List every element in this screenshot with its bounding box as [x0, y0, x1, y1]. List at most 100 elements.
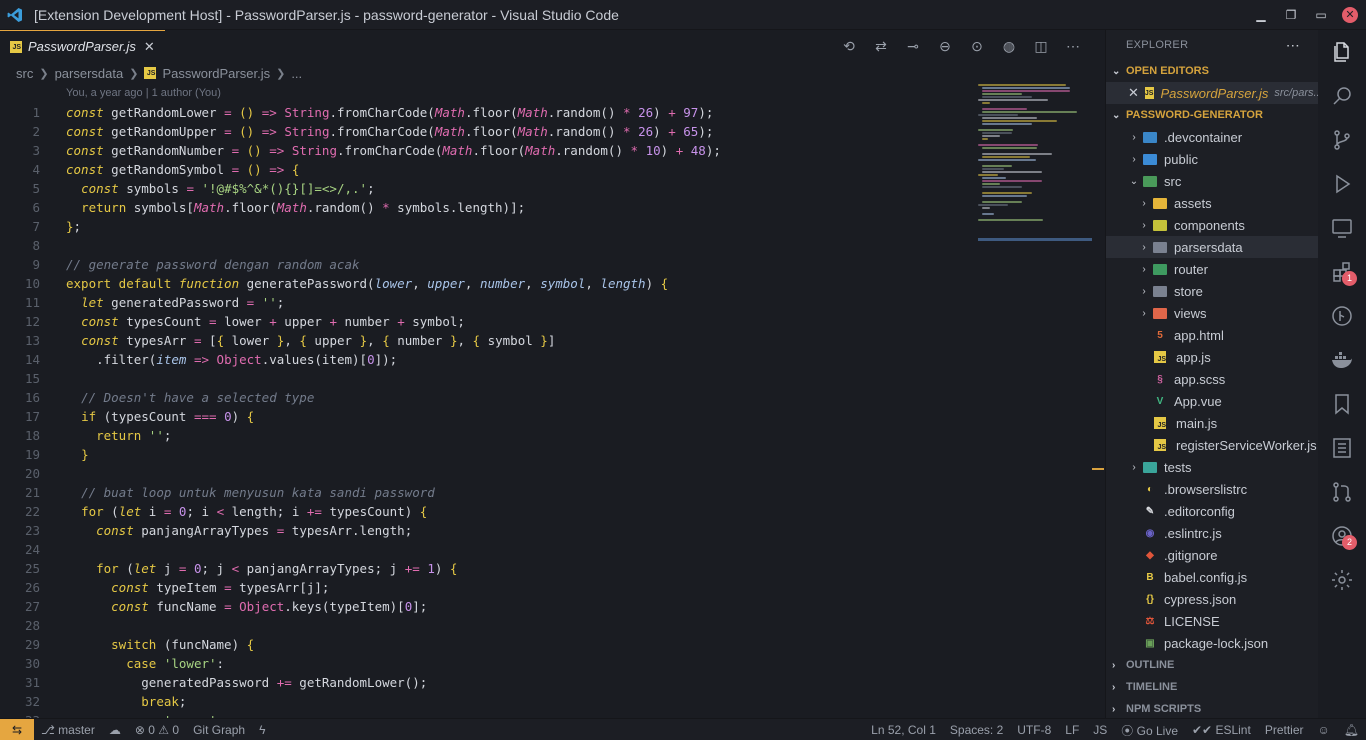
- tree-item[interactable]: V App.vue: [1106, 390, 1318, 412]
- minimap-line: [982, 153, 1052, 155]
- tree-item[interactable]: § app.scss: [1106, 368, 1318, 390]
- git-graph-icon[interactable]: [1318, 294, 1366, 338]
- pull-requests-icon[interactable]: [1318, 470, 1366, 514]
- files-icon[interactable]: [1318, 30, 1366, 74]
- tree-item-label: package-lock.json: [1164, 635, 1269, 651]
- code-line: 10 export default function generatePasswo…: [24, 276, 669, 291]
- tree-item[interactable]: ◆ .gitignore: [1106, 544, 1318, 566]
- tree-item[interactable]: ◐ .browserslistrc: [1106, 478, 1318, 500]
- docker-icon[interactable]: [1318, 338, 1366, 382]
- eslint-status[interactable]: ✔✔ ESLint: [1185, 723, 1258, 737]
- minimap-line: [978, 159, 1036, 161]
- more-actions-icon[interactable]: ⋯: [1286, 37, 1300, 54]
- minimize-icon[interactable]: ▁: [1246, 8, 1276, 22]
- lightning-icon[interactable]: ϟ: [252, 723, 272, 737]
- git-graph-status[interactable]: Git Graph: [186, 723, 252, 737]
- code-line: 14 .filter(item => Object.values(item)[0…: [24, 352, 398, 367]
- prettier-status[interactable]: Prettier: [1258, 723, 1311, 737]
- tree-item[interactable]: › router: [1106, 258, 1318, 280]
- section-project[interactable]: ⌄ PASSWORD-GENERATOR: [1106, 104, 1318, 126]
- indentation[interactable]: Spaces: 2: [943, 723, 1010, 737]
- problems-indicator[interactable]: ⊗ 0 ⚠ 0: [128, 723, 186, 737]
- run-debug-icon[interactable]: [1318, 162, 1366, 206]
- breadcrumb-src[interactable]: src: [16, 66, 33, 81]
- tree-item[interactable]: › store: [1106, 280, 1318, 302]
- tree-item[interactable]: ⚖ LICENSE: [1106, 610, 1318, 632]
- extensions-icon[interactable]: 1: [1318, 250, 1366, 294]
- tree-item[interactable]: Bbabel.config.js: [1106, 566, 1318, 588]
- settings-icon[interactable]: [1318, 558, 1366, 602]
- breadcrumb-file[interactable]: PasswordParser.js: [162, 66, 270, 81]
- section-timeline[interactable]: › TIMELINE: [1106, 676, 1318, 698]
- go-live-button[interactable]: ⦿ Go Live: [1114, 722, 1185, 739]
- tree-item[interactable]: › tests: [1106, 456, 1318, 478]
- code-lines: 1 const getRandomLower = () => String.fro…: [0, 103, 721, 718]
- notebook-icon[interactable]: [1318, 426, 1366, 470]
- section-open-editors[interactable]: ⌄ OPEN EDITORS: [1106, 60, 1318, 82]
- section-npm-scripts[interactable]: › NPM SCRIPTS: [1106, 698, 1318, 720]
- open-editor-item[interactable]: ✕ JS PasswordParser.js src/pars...: [1106, 82, 1323, 104]
- tab-passwordparser[interactable]: JS PasswordParser.js ✕: [0, 30, 165, 62]
- minimap-line: [982, 168, 1004, 170]
- minimap-slider[interactable]: [978, 238, 1092, 241]
- tree-item[interactable]: › components: [1106, 214, 1318, 236]
- sync-icon[interactable]: ☁: [102, 723, 128, 737]
- tree-item[interactable]: {} cypress.json: [1106, 588, 1318, 610]
- compare-icon[interactable]: ⇄: [865, 38, 897, 55]
- chevron-right-icon: ❯: [39, 67, 49, 80]
- codelens-blame[interactable]: You, a year ago | 1 author (You): [66, 87, 221, 99]
- tree-item[interactable]: › parsersdata: [1106, 236, 1318, 258]
- source-control-icon[interactable]: [1318, 118, 1366, 162]
- tree-item[interactable]: ⌄ src: [1106, 170, 1318, 192]
- close-window-button[interactable]: ✕: [1342, 7, 1358, 23]
- minimap-line: [982, 147, 1037, 149]
- close-tab-icon[interactable]: ✕: [144, 39, 155, 55]
- maximize-icon[interactable]: ▭: [1306, 8, 1336, 22]
- tree-item[interactable]: › public: [1106, 148, 1318, 170]
- tree-item[interactable]: JS registerServiceWorker.js: [1106, 434, 1318, 456]
- minimap-line: [982, 87, 1070, 89]
- tree-item[interactable]: JS main.js: [1106, 412, 1318, 434]
- branch-indicator[interactable]: ⎇ master: [34, 723, 102, 737]
- tree-item[interactable]: › views: [1106, 302, 1318, 324]
- git-lens-icon[interactable]: ◍: [993, 38, 1025, 55]
- end-of-line[interactable]: LF: [1058, 723, 1086, 737]
- tree-item[interactable]: JS app.js: [1106, 346, 1318, 368]
- split-editor-icon[interactable]: ◫: [1025, 38, 1057, 55]
- more-icon[interactable]: ⋯: [1057, 38, 1089, 55]
- close-icon[interactable]: ✕: [1128, 85, 1139, 101]
- bookmarks-icon[interactable]: [1318, 382, 1366, 426]
- remote-indicator[interactable]: ⇆: [0, 718, 34, 740]
- code-line: 3 const getRandomNumber = () => String.fr…: [32, 143, 721, 158]
- code-line: 30 case 'lower':: [24, 656, 225, 671]
- tree-item[interactable]: 5 app.html: [1106, 324, 1318, 346]
- cursor-position[interactable]: Ln 52, Col 1: [864, 723, 943, 737]
- git-commit-icon[interactable]: ⊸: [897, 38, 929, 55]
- tree-item[interactable]: › .devcontainer: [1106, 126, 1318, 148]
- feedback-icon[interactable]: ☺: [1311, 723, 1337, 737]
- remote-explorer-icon[interactable]: [1318, 206, 1366, 250]
- minimap-line: [978, 114, 1018, 116]
- search-icon[interactable]: [1318, 74, 1366, 118]
- scss-file-icon: §: [1157, 373, 1163, 385]
- tree-item[interactable]: ◉ .eslintrc.js: [1106, 522, 1318, 544]
- tree-item[interactable]: ✎ .editorconfig: [1106, 500, 1318, 522]
- language-mode[interactable]: JS: [1086, 723, 1114, 737]
- next-change-icon[interactable]: ⊙: [961, 38, 993, 55]
- accounts-icon[interactable]: 2: [1318, 514, 1366, 558]
- code-line: 27 const funcName = Object.keys(typeItem…: [24, 599, 428, 614]
- breadcrumb-parsersdata[interactable]: parsersdata: [55, 66, 124, 81]
- code-editor[interactable]: You, a year ago | 1 author (You) 1 const …: [0, 84, 1105, 718]
- previous-change-icon[interactable]: ⊖: [929, 38, 961, 55]
- folder-icon: [1152, 284, 1168, 298]
- breadcrumb-symbol[interactable]: ...: [291, 66, 302, 81]
- restore-icon[interactable]: ❐: [1276, 8, 1306, 22]
- section-outline[interactable]: › OUTLINE: [1106, 654, 1318, 676]
- tree-item[interactable]: ▣ package-lock.json: [1106, 632, 1318, 654]
- history-icon[interactable]: ⟲: [833, 38, 865, 55]
- tree-item[interactable]: › assets: [1106, 192, 1318, 214]
- encoding[interactable]: UTF-8: [1010, 723, 1058, 737]
- minimap-line: [982, 117, 1037, 119]
- notifications-icon[interactable]: 🔔︎: [1337, 723, 1366, 737]
- minimap[interactable]: [978, 84, 1092, 244]
